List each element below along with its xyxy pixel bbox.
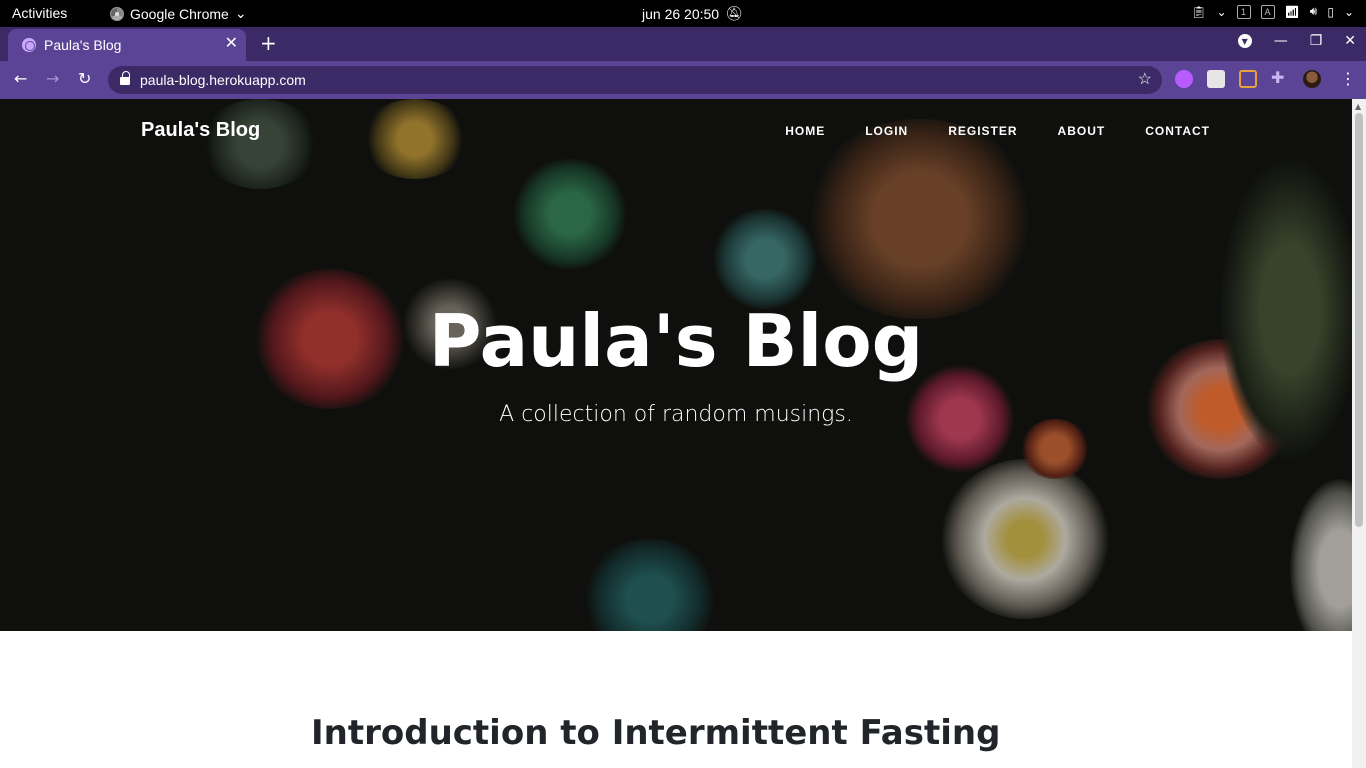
web-page: Paula's Blog HOME LOGIN REGISTER ABOUT C… xyxy=(0,99,1352,768)
puzzle-extensions-icon[interactable]: ✚ xyxy=(1271,68,1289,87)
chrome-icon xyxy=(110,6,124,21)
kebab-menu-icon[interactable]: ⋮ xyxy=(1340,69,1356,88)
post-title-link[interactable]: Introduction to Intermittent Fasting xyxy=(311,713,1000,753)
tab-pauls-blog[interactable]: Paula's Blog ✕ xyxy=(8,29,246,61)
tab-search-icon[interactable]: ▼ xyxy=(1237,34,1252,48)
extension-icon[interactable] xyxy=(1207,70,1225,88)
battery-icon: ▯ xyxy=(1327,4,1334,19)
reload-icon[interactable]: ↻ xyxy=(78,69,91,88)
clipboard-icon: 📋︎ xyxy=(1191,4,1207,19)
clock[interactable]: jun 26 20:50 🔕︎ xyxy=(642,5,743,22)
workspace-indicator-icon: 1 xyxy=(1236,4,1251,19)
tab-title: Paula's Blog xyxy=(44,37,122,53)
globe-favicon-icon xyxy=(22,38,36,52)
app-menu[interactable]: Google Chrome ⌄ xyxy=(110,5,247,22)
nav-about-link[interactable]: ABOUT xyxy=(1058,124,1106,138)
close-window-icon[interactable]: ✕ xyxy=(1344,33,1356,49)
lock-icon[interactable] xyxy=(120,71,130,85)
scrollbar-thumb[interactable] xyxy=(1355,113,1363,527)
window-controls: ▼ — ❐ ✕ xyxy=(1237,33,1356,49)
site-navbar: Paula's Blog HOME LOGIN REGISTER ABOUT C… xyxy=(0,99,1352,165)
system-top-bar: Activities Google Chrome ⌄ jun 26 20:50 … xyxy=(0,0,1366,27)
page-scrollbar[interactable]: ▲ xyxy=(1352,99,1366,768)
clock-text: jun 26 20:50 xyxy=(642,5,720,22)
volume-icon: 🔊︎ xyxy=(1309,4,1318,18)
nav-login-link[interactable]: LOGIN xyxy=(865,124,908,138)
bell-off-icon: 🔕︎ xyxy=(725,5,743,21)
bookmark-star-icon[interactable]: ☆ xyxy=(1138,69,1152,89)
tab-strip: Paula's Blog ✕ + ▼ — ❐ ✕ xyxy=(0,27,1366,61)
hero-header: Paula's Blog HOME LOGIN REGISTER ABOUT C… xyxy=(0,99,1352,631)
site-nav-links: HOME LOGIN REGISTER ABOUT CONTACT xyxy=(785,124,1210,138)
avatar[interactable] xyxy=(1303,70,1321,88)
nav-contact-link[interactable]: CONTACT xyxy=(1145,124,1210,138)
forward-arrow-icon[interactable]: → xyxy=(46,69,59,88)
back-arrow-icon[interactable]: ← xyxy=(14,69,27,88)
close-tab-icon[interactable]: ✕ xyxy=(225,36,238,52)
browser-toolbar: ← → ↻ paula-blog.herokuapp.com ☆ ✚ ⋮ xyxy=(0,61,1366,99)
scroll-up-arrow-icon[interactable]: ▲ xyxy=(1355,102,1361,111)
extension-icon[interactable] xyxy=(1239,70,1257,88)
wifi-icon: 📶︎ xyxy=(1284,4,1300,19)
url-text: paula-blog.herokuapp.com xyxy=(140,72,306,88)
new-tab-button[interactable]: + xyxy=(260,31,277,55)
chevron-down-icon: ⌄ xyxy=(1216,4,1227,19)
site-brand-link[interactable]: Paula's Blog xyxy=(141,119,260,142)
minimize-icon[interactable]: — xyxy=(1274,33,1288,49)
hero-subtitle: A collection of random musings. xyxy=(499,402,853,427)
chevron-down-icon: ⌄ xyxy=(234,5,247,21)
activities-button[interactable]: Activities xyxy=(12,5,67,21)
nav-register-link[interactable]: REGISTER xyxy=(948,124,1017,138)
keyboard-layout-icon: A xyxy=(1260,4,1275,19)
address-bar[interactable]: paula-blog.herokuapp.com ☆ xyxy=(108,66,1162,94)
app-name: Google Chrome xyxy=(130,5,229,22)
restore-icon[interactable]: ❐ xyxy=(1310,33,1323,49)
extension-icon[interactable] xyxy=(1175,70,1193,88)
chevron-down-icon: ⌄ xyxy=(1343,4,1354,19)
system-tray[interactable]: 📋︎ ⌄ 1 A 📶︎ 🔊︎ ▯ ⌄ xyxy=(1191,4,1354,19)
hero-title: Paula's Blog xyxy=(428,299,924,383)
nav-home-link[interactable]: HOME xyxy=(785,124,825,138)
